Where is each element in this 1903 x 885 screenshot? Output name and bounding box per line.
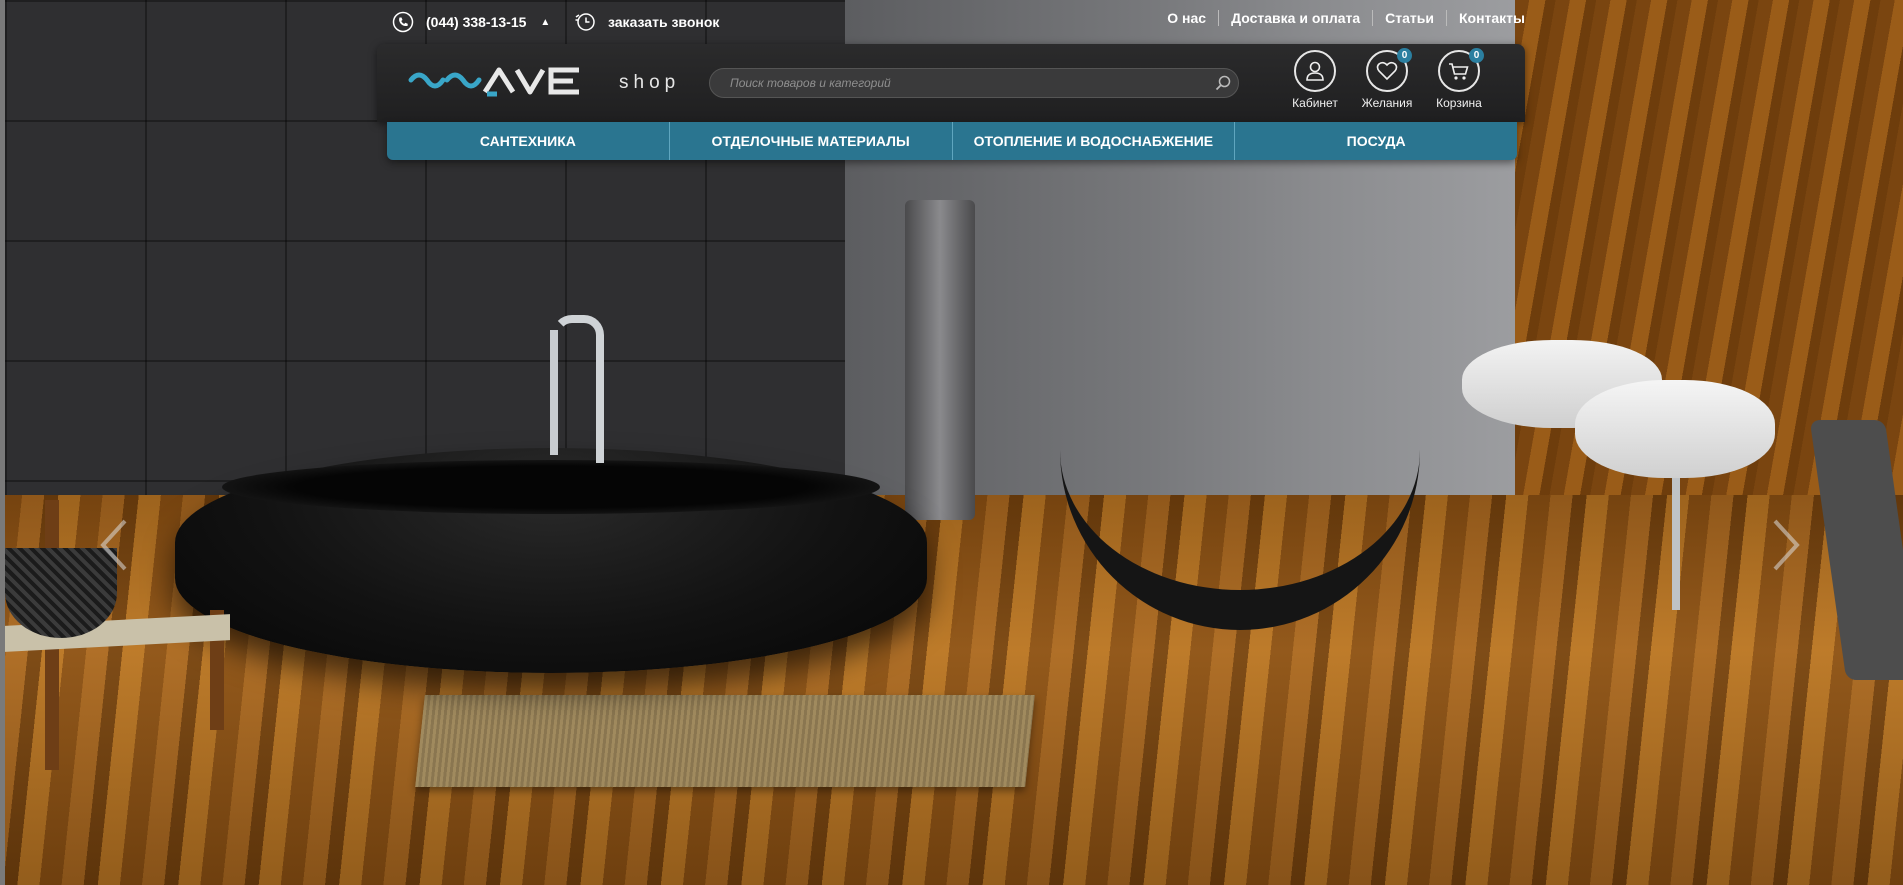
divider [1218, 10, 1220, 26]
hero-rug [415, 695, 1035, 787]
toplink-articles[interactable]: Статьи [1385, 10, 1434, 26]
nav-item-plumbing[interactable]: САНТЕХНИКА [387, 122, 669, 160]
toplink-about[interactable]: О нас [1167, 10, 1206, 26]
hero-faucet-spout [552, 315, 604, 463]
search-icon [1215, 75, 1231, 91]
site-logo[interactable]: shop [407, 62, 680, 102]
cart-label: Корзина [1436, 96, 1482, 110]
cart-button[interactable]: 0 Корзина [1423, 48, 1495, 110]
toplink-delivery[interactable]: Доставка и оплата [1231, 10, 1360, 26]
wishlist-label: Желания [1361, 96, 1413, 110]
nav-item-finishing-materials[interactable]: ОТДЕЛОЧНЫЕ МАТЕРИАЛЫ [668, 122, 952, 160]
user-icon [1294, 50, 1336, 92]
phone-block: (044) 338-13-15 ▲ [392, 11, 550, 33]
account-label: Кабинет [1292, 96, 1338, 110]
search-button[interactable] [1208, 69, 1238, 97]
phone-icon [392, 11, 414, 33]
hero-edge [0, 0, 5, 885]
hero-sink [1575, 380, 1775, 478]
cart-count-badge: 0 [1469, 48, 1484, 63]
nav-item-tableware[interactable]: ПОСУДА [1234, 122, 1517, 160]
user-actions: Кабинет 0 Желания 0 Корзина [1279, 48, 1495, 110]
divider [1372, 10, 1374, 26]
slider-next-button[interactable] [1765, 515, 1805, 575]
phone-dropdown-toggle[interactable]: ▲ [540, 17, 550, 28]
nav-item-heating-water-supply[interactable]: ОТОПЛЕНИЕ И ВОДОСНАБЖЕНИЕ [951, 122, 1235, 160]
search-bar [709, 68, 1239, 98]
slider-prev-button[interactable] [95, 515, 135, 575]
top-bar: (044) 338-13-15 ▲ заказать звонок О нас … [377, 0, 1525, 44]
callback-label: заказать звонок [608, 14, 720, 30]
wave-logo-mark [408, 67, 579, 97]
site-header: shop Кабинет 0 [377, 44, 1525, 122]
callback-link[interactable]: заказать звонок [574, 11, 719, 33]
divider [1445, 10, 1447, 26]
top-links: О нас Доставка и оплата Статьи Контакты [1167, 10, 1525, 26]
hero-sink-stand [1672, 478, 1680, 610]
search-input[interactable] [710, 75, 1208, 91]
logo-shop-text: shop [619, 72, 681, 93]
hero-candle-pillar [905, 200, 975, 520]
toplink-contacts[interactable]: Контакты [1459, 10, 1525, 26]
wishlist-button[interactable]: 0 Желания [1351, 48, 1423, 110]
hero-bathtub-inner [222, 460, 880, 514]
phone-number[interactable]: (044) 338-13-15 [426, 14, 526, 30]
chevron-left-icon [100, 519, 127, 571]
account-button[interactable]: Кабинет [1279, 50, 1351, 110]
wishlist-count-badge: 0 [1397, 48, 1412, 63]
chevron-right-icon [1773, 519, 1800, 571]
category-nav: САНТЕХНИКА ОТДЕЛОЧНЫЕ МАТЕРИАЛЫ ОТОПЛЕНИ… [387, 122, 1517, 160]
callback-clock-icon [574, 11, 596, 33]
